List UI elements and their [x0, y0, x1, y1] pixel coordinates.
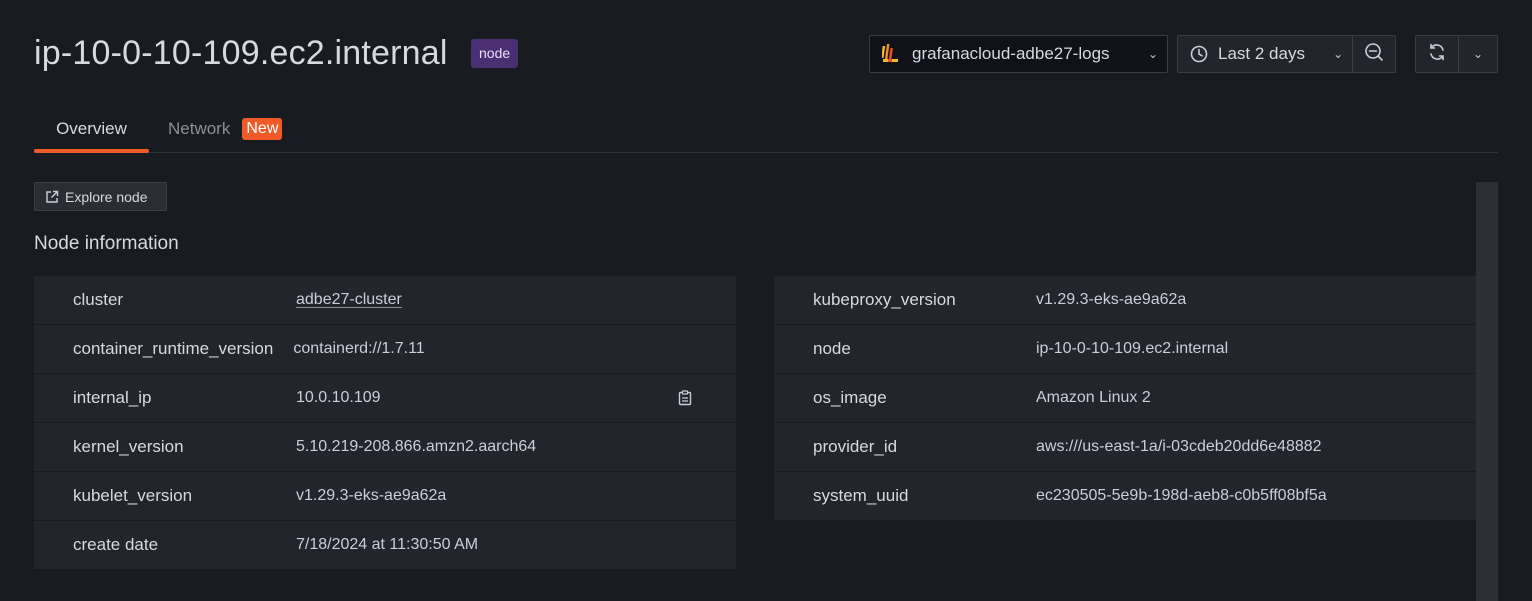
- row-key: kernel_version: [73, 437, 184, 456]
- row-value: ec230505-5e9b-198d-aeb8-c0b5ff08bf5a: [1036, 487, 1327, 504]
- row-key: cluster: [73, 290, 124, 309]
- table-row: node ip-10-0-10-109.ec2.internal: [774, 325, 1476, 374]
- node-info-table-right: kubeproxy_version v1.29.3-eks-ae9a62a no…: [774, 276, 1476, 521]
- page-title: ip-10-0-10-109.ec2.internal: [34, 34, 448, 72]
- table-row: kernel_version 5.10.219-208.866.amzn2.aa…: [34, 423, 736, 472]
- chevron-down-icon: ⌄: [1472, 47, 1484, 61]
- row-key: create date: [73, 535, 159, 554]
- table-row: kubeproxy_version v1.29.3-eks-ae9a62a: [774, 276, 1476, 325]
- row-key: system_uuid: [813, 486, 909, 505]
- table-row: container_runtime_version containerd://1…: [34, 325, 736, 374]
- time-range-picker[interactable]: Last 2 days ⌄: [1177, 35, 1396, 73]
- zoom-out-icon: [1364, 42, 1384, 67]
- row-value: 7/18/2024 at 11:30:50 AM: [296, 536, 479, 553]
- row-value: v1.29.3-eks-ae9a62a: [1036, 291, 1187, 308]
- row-key: os_image: [813, 388, 887, 407]
- tab-network-label: Network: [168, 119, 231, 138]
- tab-bar: Overview Network New: [34, 110, 1498, 153]
- table-row: os_image Amazon Linux 2: [774, 374, 1476, 423]
- row-value: ip-10-0-10-109.ec2.internal: [1036, 340, 1229, 357]
- row-key: kubelet_version: [73, 486, 193, 505]
- row-key: internal_ip: [73, 388, 152, 407]
- time-range-label: Last 2 days: [1218, 44, 1305, 63]
- copy-clipboard-icon[interactable]: [678, 390, 692, 406]
- row-value: aws:///us-east-1a/i-03cdeb20dd6e48882: [1036, 438, 1322, 455]
- refresh-picker[interactable]: ⌄: [1415, 35, 1498, 73]
- node-type-badge: node: [471, 39, 519, 68]
- row-value: 5.10.219-208.866.amzn2.aarch64: [296, 438, 537, 455]
- node-info-table-left: cluster adbe27-cluster container_runtime…: [34, 276, 736, 570]
- row-value: 10.0.10.109: [296, 389, 381, 406]
- refresh-icon: [1427, 42, 1447, 67]
- row-value: Amazon Linux 2: [1036, 389, 1151, 406]
- refresh-button[interactable]: [1416, 36, 1459, 72]
- explore-node-label: Explore node: [65, 188, 148, 205]
- row-key: node: [813, 339, 851, 358]
- row-key: container_runtime_version: [73, 339, 274, 358]
- chevron-down-icon: ⌄: [1147, 47, 1159, 61]
- zoom-out-button[interactable]: [1353, 36, 1395, 72]
- new-badge: New: [242, 118, 283, 140]
- refresh-interval-dropdown[interactable]: ⌄: [1459, 36, 1497, 72]
- datasource-picker[interactable]: grafanacloud-adbe27-logs ⌄: [869, 35, 1168, 73]
- loki-logo-icon: [881, 44, 900, 64]
- clock-icon: [1190, 45, 1208, 63]
- tab-network[interactable]: Network New: [168, 110, 283, 148]
- external-link-icon: [45, 190, 59, 204]
- datasource-label: grafanacloud-adbe27-logs: [912, 44, 1110, 63]
- scrollbar[interactable]: [1476, 182, 1498, 601]
- table-row: system_uuid ec230505-5e9b-198d-aeb8-c0b5…: [774, 472, 1476, 521]
- table-row: create date 7/18/2024 at 11:30:50 AM: [34, 521, 736, 570]
- cluster-link[interactable]: adbe27-cluster: [296, 291, 402, 309]
- table-row: internal_ip 10.0.10.109: [34, 374, 736, 423]
- tab-overview[interactable]: Overview: [34, 110, 149, 153]
- section-title: Node information: [34, 233, 179, 254]
- table-row: provider_id aws:///us-east-1a/i-03cdeb20…: [774, 423, 1476, 472]
- row-key: kubeproxy_version: [813, 290, 956, 309]
- time-range-button[interactable]: Last 2 days ⌄: [1178, 36, 1354, 72]
- table-row: cluster adbe27-cluster: [34, 276, 736, 325]
- row-value: containerd://1.7.11: [293, 340, 425, 357]
- row-value: v1.29.3-eks-ae9a62a: [296, 487, 447, 504]
- table-row: kubelet_version v1.29.3-eks-ae9a62a: [34, 472, 736, 521]
- chevron-down-icon: ⌄: [1333, 47, 1344, 61]
- explore-node-button[interactable]: Explore node: [34, 182, 167, 211]
- row-key: provider_id: [813, 437, 898, 456]
